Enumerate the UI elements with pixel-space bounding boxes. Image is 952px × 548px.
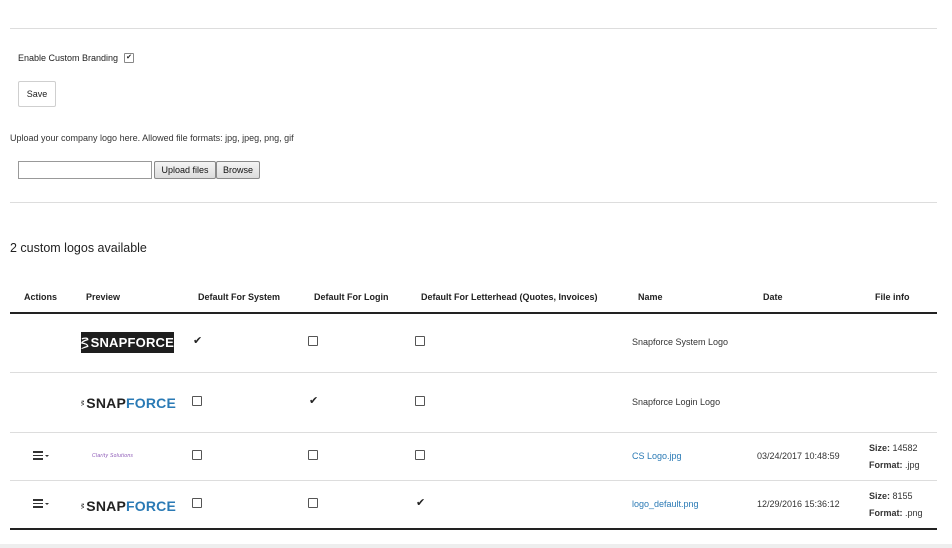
header-default-letterhead[interactable]: Default For Letterhead (Quotes, Invoices… [421, 292, 598, 302]
row-divider [10, 372, 937, 373]
logo-preview-snapforce: SNAP FORCE [81, 495, 176, 517]
clarity-logo-text: Clarity Solutions [92, 453, 134, 459]
logo-date-row3: 03/24/2017 10:48:59 [757, 451, 840, 461]
logo-name-link-row4[interactable]: logo_default.png [632, 499, 699, 509]
default-system-check-row1[interactable]: ✔ [193, 336, 202, 347]
header-date[interactable]: Date [763, 292, 783, 302]
logo-preview-clarity: Clarity Solutions [92, 452, 162, 460]
default-system-checkbox-row4[interactable] [192, 498, 202, 508]
logo-name-row1: Snapforce System Logo [632, 337, 729, 347]
browse-button[interactable]: Browse [216, 161, 260, 179]
file-path-input[interactable] [18, 161, 152, 179]
checkmark-icon: ✔ [126, 54, 132, 61]
snapforce-swirl-icon [81, 400, 85, 406]
header-actions: Actions [24, 292, 58, 302]
row-divider [10, 480, 937, 481]
file-format-row3: Format: .jpg [869, 460, 920, 470]
snapforce-swirl-icon [81, 336, 89, 349]
default-system-checkbox-row3[interactable] [192, 450, 202, 460]
page-footer-bar [0, 544, 952, 548]
upload-files-button[interactable]: Upload files [154, 161, 216, 179]
default-login-check-row2[interactable]: ✔ [309, 396, 318, 407]
upload-hint: Upload your company logo here. Allowed f… [10, 133, 294, 143]
default-login-checkbox-row3[interactable] [308, 450, 318, 460]
header-name[interactable]: Name [638, 292, 663, 302]
file-size-row3: Size: 14582 [869, 443, 918, 453]
logos-count: 2 custom logos available [10, 241, 147, 255]
snapforce-swirl-icon [81, 503, 85, 509]
header-default-system[interactable]: Default For System [198, 292, 280, 302]
enable-branding-checkbox[interactable]: ✔ [124, 53, 135, 63]
file-size-row4: Size: 8155 [869, 491, 913, 501]
header-default-login[interactable]: Default For Login [314, 292, 389, 302]
logo-date-row4: 12/29/2016 15:36:12 [757, 499, 840, 509]
default-login-checkbox-row1[interactable] [308, 336, 318, 346]
logo-name-row2: Snapforce Login Logo [632, 397, 721, 407]
default-letterhead-checkbox-row3[interactable] [415, 450, 425, 460]
enable-branding-row: Enable Custom Branding ✔ [18, 53, 135, 63]
table-bottom-border [10, 528, 937, 530]
logo-preview-snapforce: SNAP FORCE [81, 392, 176, 414]
default-system-checkbox-row2[interactable] [192, 396, 202, 406]
header-preview: Preview [86, 292, 121, 302]
save-button[interactable]: Save [18, 81, 56, 107]
row-actions-menu-icon[interactable] [33, 451, 49, 460]
default-login-checkbox-row4[interactable] [308, 498, 318, 508]
row-actions-menu-icon[interactable] [33, 499, 49, 508]
row-divider [10, 432, 937, 433]
default-letterhead-check-row4[interactable]: ✔ [416, 498, 425, 509]
default-letterhead-checkbox-row2[interactable] [415, 396, 425, 406]
header-underline [10, 312, 937, 314]
top-divider [10, 28, 937, 29]
logo-name-link-row3[interactable]: CS Logo.jpg [632, 451, 682, 461]
enable-branding-label: Enable Custom Branding [18, 53, 119, 63]
section-divider [10, 202, 937, 203]
default-letterhead-checkbox-row1[interactable] [415, 336, 425, 346]
file-format-row4: Format: .png [869, 508, 923, 518]
header-file-info: File info [875, 292, 910, 302]
logo-preview-snapforce-dark: SNAP FORCE [81, 332, 174, 353]
